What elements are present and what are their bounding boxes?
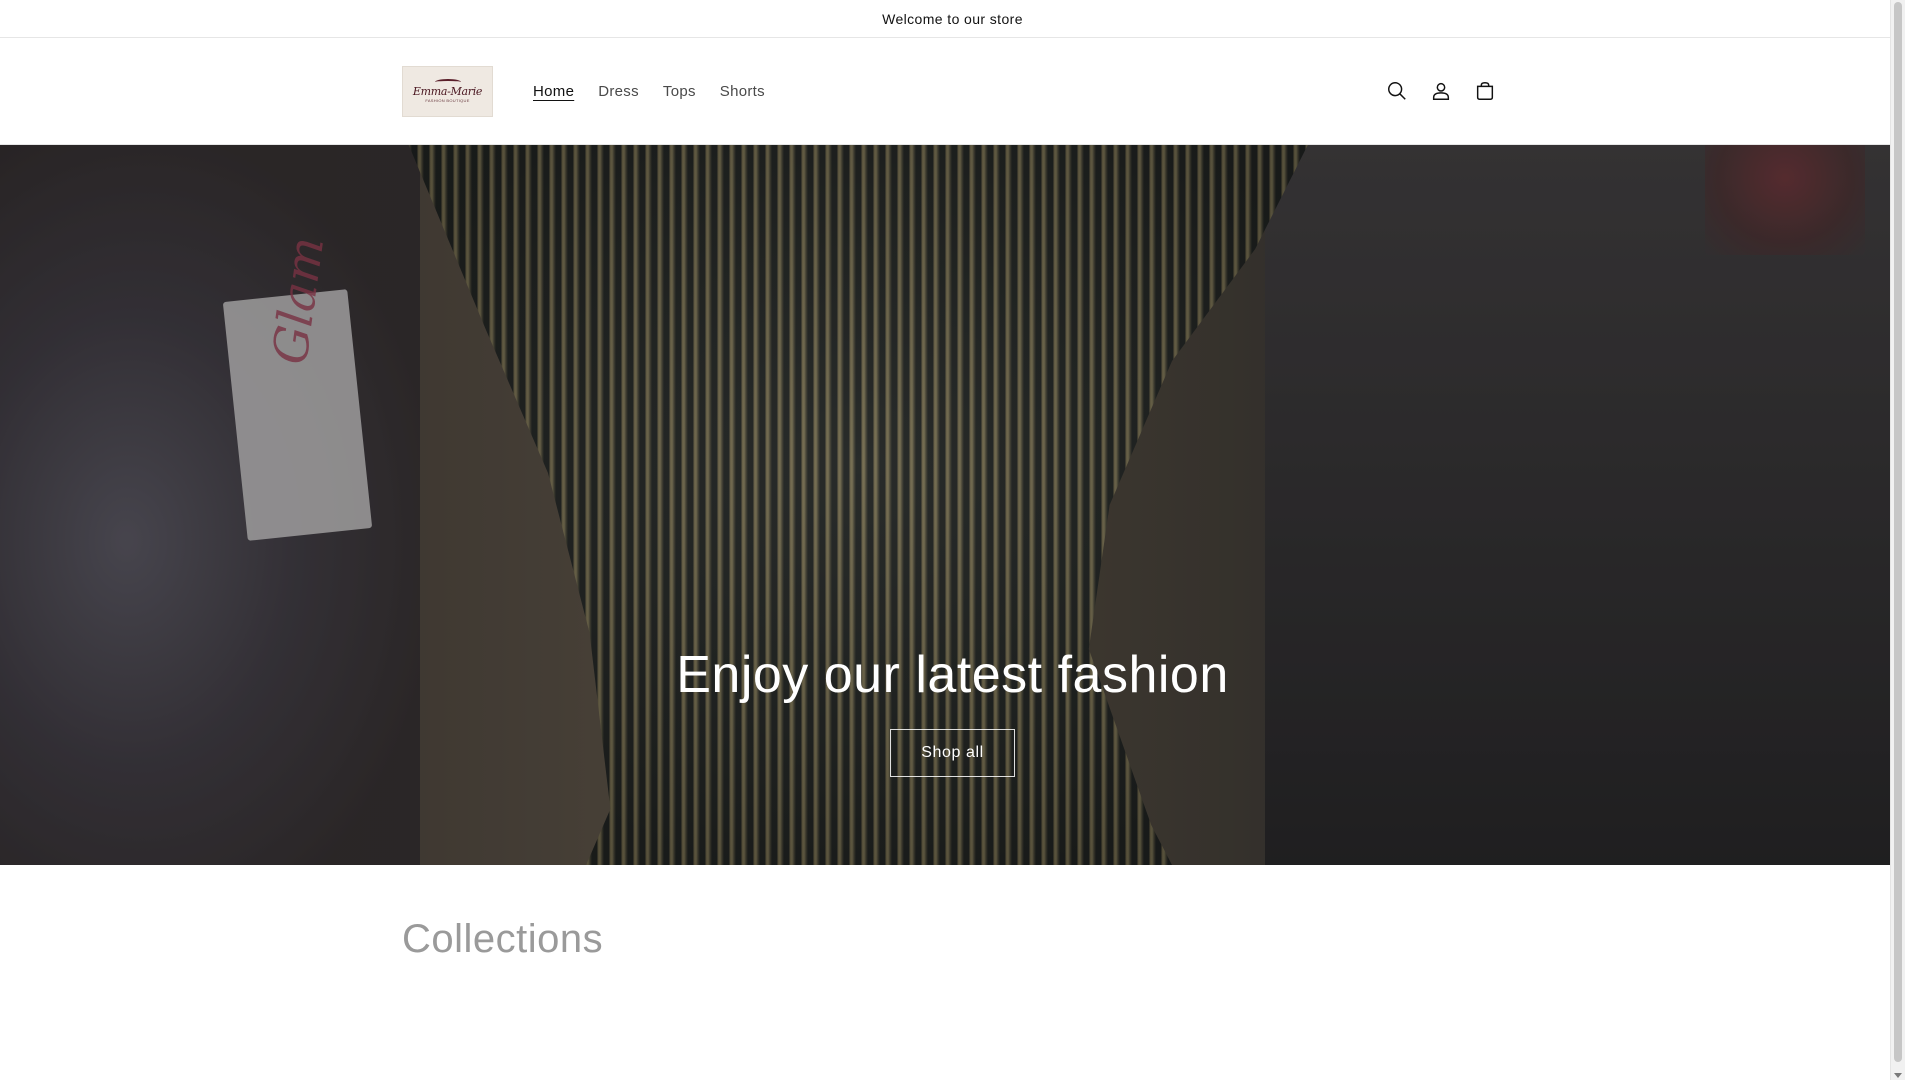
announcement-text: Welcome to our store [882,10,1023,27]
storefront-page: Welcome to our store Emma-Marie FASHION … [0,0,1905,1080]
site-header: Emma-Marie FASHION BOUTIQUE Home Dress T… [0,38,1905,145]
store-logo[interactable]: Emma-Marie FASHION BOUTIQUE [402,65,493,117]
account-icon [1432,82,1450,100]
logo-tagline: FASHION BOUTIQUE [425,97,470,103]
scroll-down-arrow-icon[interactable] [1894,1073,1902,1078]
main-nav: Home Dress Tops Shorts [521,77,777,106]
collections-section: Collections [0,865,1905,1080]
search-icon [1388,82,1406,100]
announcement-bar: Welcome to our store [0,0,1905,38]
cart-icon [1476,82,1494,100]
shop-all-button[interactable]: Shop all [890,729,1015,777]
cart-button[interactable] [1467,69,1503,113]
logo-name: Emma-Marie [412,84,483,98]
hero-banner: Glam Enjoy our latest fashion Shop all [0,145,1905,865]
nav-item-tops[interactable]: Tops [651,77,708,106]
nav-item-home[interactable]: Home [521,77,586,106]
hero-content: Enjoy our latest fashion Shop all [0,643,1905,777]
page-scrollbar[interactable] [1890,0,1905,1080]
logo-crown-mark [434,78,461,85]
scrollbar-thumb[interactable] [1894,2,1902,1062]
header-inner: Emma-Marie FASHION BOUTIQUE Home Dress T… [402,38,1503,144]
collections-title: Collections [402,917,604,961]
hero-title: Enjoy our latest fashion [676,646,1229,704]
nav-item-dress[interactable]: Dress [586,77,651,106]
nav-item-shorts[interactable]: Shorts [708,77,777,106]
header-icons [1379,69,1503,113]
search-button[interactable] [1379,69,1415,113]
account-button[interactable] [1423,69,1459,113]
